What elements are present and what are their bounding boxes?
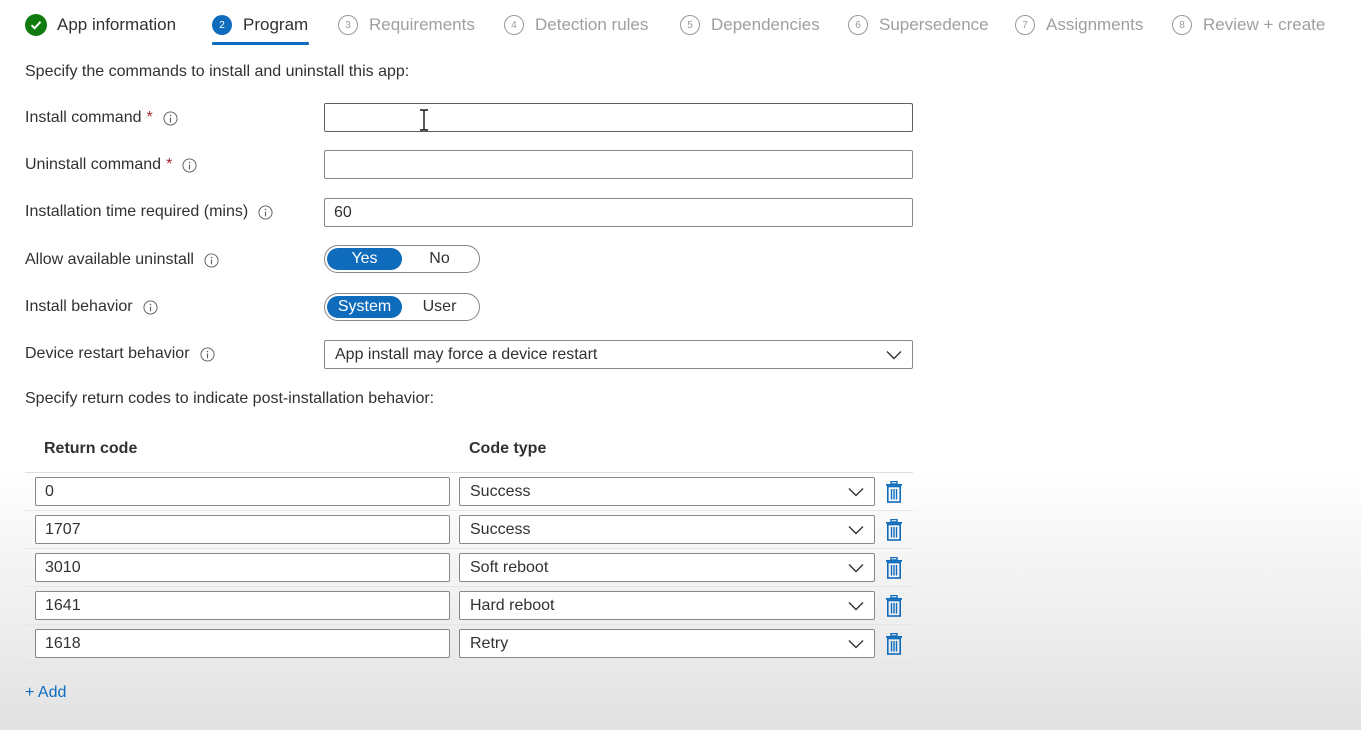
- restart-behavior-label: Device restart behavior: [25, 343, 215, 365]
- info-icon[interactable]: [182, 157, 197, 173]
- add-return-code-link[interactable]: + Add: [25, 684, 66, 702]
- info-icon[interactable]: [199, 346, 215, 362]
- step-number: 8: [1172, 15, 1192, 35]
- column-header-code-type: Code type: [469, 440, 547, 457]
- dropdown-value: Retry: [470, 634, 509, 652]
- step-number: 2: [212, 15, 232, 35]
- dropdown-value: Success: [470, 482, 531, 500]
- delete-row-trash-icon[interactable]: [884, 595, 904, 617]
- toggle-option-yes[interactable]: Yes: [327, 248, 402, 270]
- step-supersedence[interactable]: 6 Supersedence: [848, 12, 989, 38]
- toggle-option-no[interactable]: No: [402, 248, 477, 270]
- restart-behavior-dropdown[interactable]: App install may force a device restart: [324, 340, 913, 369]
- info-icon[interactable]: [143, 299, 158, 315]
- toggle-option-system[interactable]: System: [327, 296, 402, 318]
- install-behavior-label: Install behavior: [25, 296, 158, 318]
- allow-uninstall-toggle: Yes No: [324, 245, 480, 273]
- step-assignments[interactable]: 7 Assignments: [1015, 12, 1143, 38]
- active-step-indicator: [212, 42, 309, 45]
- return-code-input[interactable]: [35, 515, 450, 544]
- dropdown-value: Hard reboot: [470, 596, 555, 614]
- dropdown-value: Success: [470, 520, 531, 538]
- label-text: Allow available uninstall: [25, 251, 194, 268]
- uninstall-command-input[interactable]: [324, 150, 913, 179]
- delete-row-trash-icon[interactable]: [884, 557, 904, 579]
- label-text: Uninstall command: [25, 156, 162, 173]
- install-time-input[interactable]: [324, 198, 913, 227]
- step-requirements[interactable]: 3 Requirements: [338, 12, 475, 38]
- label-text: Installation time required (mins): [25, 203, 249, 220]
- dropdown-value: Soft reboot: [470, 558, 549, 576]
- step-dependencies[interactable]: 5 Dependencies: [680, 12, 820, 38]
- return-code-input[interactable]: [35, 553, 450, 582]
- code-type-dropdown[interactable]: Retry: [459, 629, 875, 658]
- info-icon[interactable]: [204, 252, 219, 268]
- text-cursor-icon: [420, 109, 428, 131]
- label-text: Device restart behavior: [25, 345, 190, 362]
- table-header-divider: [25, 472, 913, 473]
- info-icon[interactable]: [258, 204, 273, 220]
- return-code-input[interactable]: [35, 629, 450, 658]
- toggle-option-user[interactable]: User: [402, 296, 477, 318]
- step-app-information[interactable]: App information: [25, 12, 176, 38]
- chevron-down-icon: [886, 350, 902, 359]
- step-label: Program: [243, 15, 309, 34]
- step-detection-rules[interactable]: 4 Detection rules: [504, 12, 648, 38]
- uninstall-command-label: Uninstall command *: [25, 154, 197, 176]
- form-intro: Specify the commands to install and unin…: [25, 63, 410, 80]
- dropdown-value: App install may force a device restart: [335, 345, 598, 363]
- step-number: 4: [504, 15, 524, 35]
- column-header-return-code: Return code: [44, 440, 138, 457]
- return-code-input[interactable]: [35, 477, 450, 506]
- delete-row-trash-icon[interactable]: [884, 633, 904, 655]
- chevron-down-icon: [848, 601, 864, 610]
- return-codes-intro: Specify return codes to indicate post-in…: [25, 390, 435, 407]
- checkmark-icon: [25, 14, 47, 36]
- step-number: 5: [680, 15, 700, 35]
- label-text: Install command: [25, 109, 142, 126]
- step-number: 3: [338, 15, 358, 35]
- step-number: 7: [1015, 15, 1035, 35]
- code-type-dropdown[interactable]: Soft reboot: [459, 553, 875, 582]
- row-divider: [25, 586, 913, 587]
- return-code-input[interactable]: [35, 591, 450, 620]
- install-command-input[interactable]: [324, 103, 913, 132]
- step-review-create[interactable]: 8 Review + create: [1172, 12, 1325, 38]
- chevron-down-icon: [848, 525, 864, 534]
- required-marker: *: [146, 109, 153, 126]
- step-label: Requirements: [369, 15, 475, 34]
- code-type-dropdown[interactable]: Success: [459, 477, 875, 506]
- row-divider: [25, 548, 913, 549]
- step-number: 6: [848, 15, 868, 35]
- step-label: App information: [57, 15, 177, 34]
- label-text: Install behavior: [25, 298, 133, 315]
- step-label: Assignments: [1046, 15, 1144, 34]
- wizard-steps: App information 2 Program 3 Requirements…: [0, 0, 1361, 50]
- info-icon[interactable]: [163, 110, 178, 126]
- row-divider: [25, 510, 913, 511]
- code-type-dropdown[interactable]: Hard reboot: [459, 591, 875, 620]
- row-divider: [25, 624, 913, 625]
- step-label: Review + create: [1203, 15, 1326, 34]
- allow-uninstall-label: Allow available uninstall: [25, 249, 219, 271]
- step-label: Dependencies: [711, 15, 820, 34]
- chevron-down-icon: [848, 563, 864, 572]
- required-marker: *: [166, 156, 173, 173]
- install-behavior-toggle: System User: [324, 293, 480, 321]
- chevron-down-icon: [848, 487, 864, 496]
- code-type-dropdown[interactable]: Success: [459, 515, 875, 544]
- step-label: Supersedence: [879, 15, 989, 34]
- delete-row-trash-icon[interactable]: [884, 519, 904, 541]
- install-command-label: Install command *: [25, 107, 178, 129]
- step-label: Detection rules: [535, 15, 649, 34]
- chevron-down-icon: [848, 639, 864, 648]
- install-time-label: Installation time required (mins): [25, 201, 273, 223]
- step-program[interactable]: 2 Program: [212, 12, 308, 38]
- delete-row-trash-icon[interactable]: [884, 481, 904, 503]
- row-divider: [25, 662, 913, 663]
